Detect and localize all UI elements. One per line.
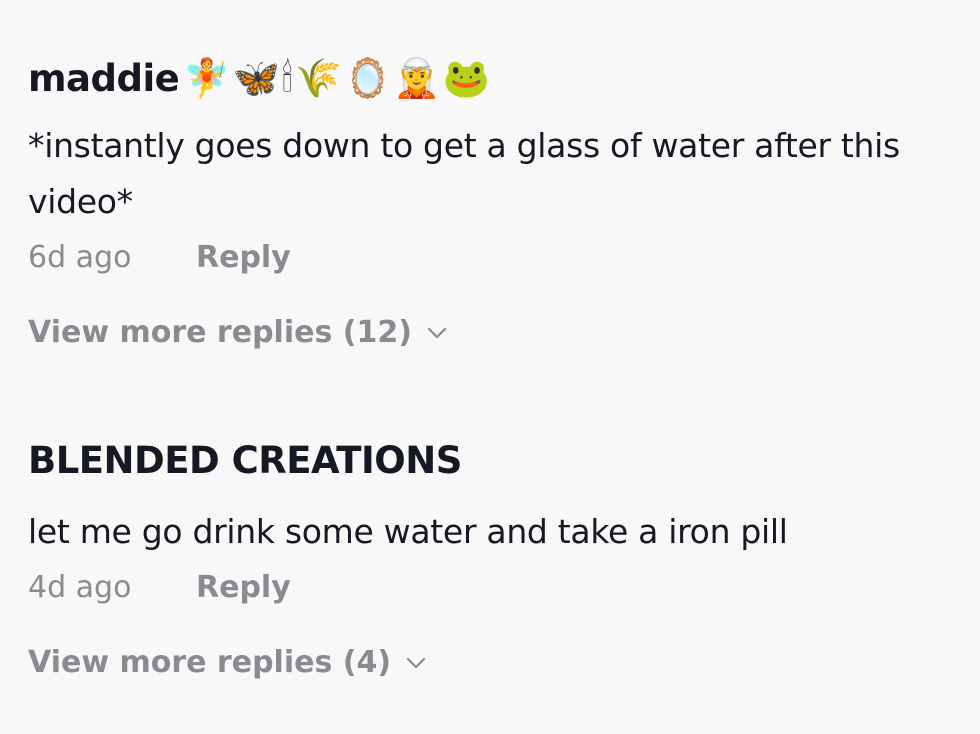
view-more-replies-label: View more replies (4): [28, 645, 392, 680]
reply-button[interactable]: Reply: [196, 240, 291, 275]
comment-date: 4d ago: [28, 570, 132, 605]
comment-item: BLENDED CREATIONS let me go drink some w…: [28, 434, 970, 681]
comment-author-row: BLENDED CREATIONS: [28, 434, 970, 486]
comment-text: *instantly goes down to get a glass of w…: [28, 126, 900, 221]
comment-author-row: maddie 🧚🦋🕯🌾🪞🧝🐸: [28, 52, 970, 104]
comment-author[interactable]: maddie: [28, 57, 180, 100]
comment-item: maddie 🧚🦋🕯🌾🪞🧝🐸 *instantly goes down to g…: [28, 52, 970, 351]
comment-meta: 6d ago Reply: [28, 240, 970, 275]
author-emoji-icons: 🧚🦋🕯🌾🪞🧝🐸: [183, 56, 492, 100]
comment-meta: 4d ago Reply: [28, 570, 970, 605]
comment-text: let me go drink some water and take a ir…: [28, 512, 788, 551]
view-more-replies-button[interactable]: View more replies (12): [28, 315, 970, 350]
view-more-replies-button[interactable]: View more replies (4): [28, 645, 970, 680]
comment-date: 6d ago: [28, 240, 132, 275]
reply-button[interactable]: Reply: [196, 570, 291, 605]
chevron-down-icon: [426, 322, 448, 344]
chevron-down-icon: [405, 652, 427, 674]
view-more-replies-label: View more replies (12): [28, 315, 412, 350]
comment-author[interactable]: BLENDED CREATIONS: [28, 439, 462, 482]
